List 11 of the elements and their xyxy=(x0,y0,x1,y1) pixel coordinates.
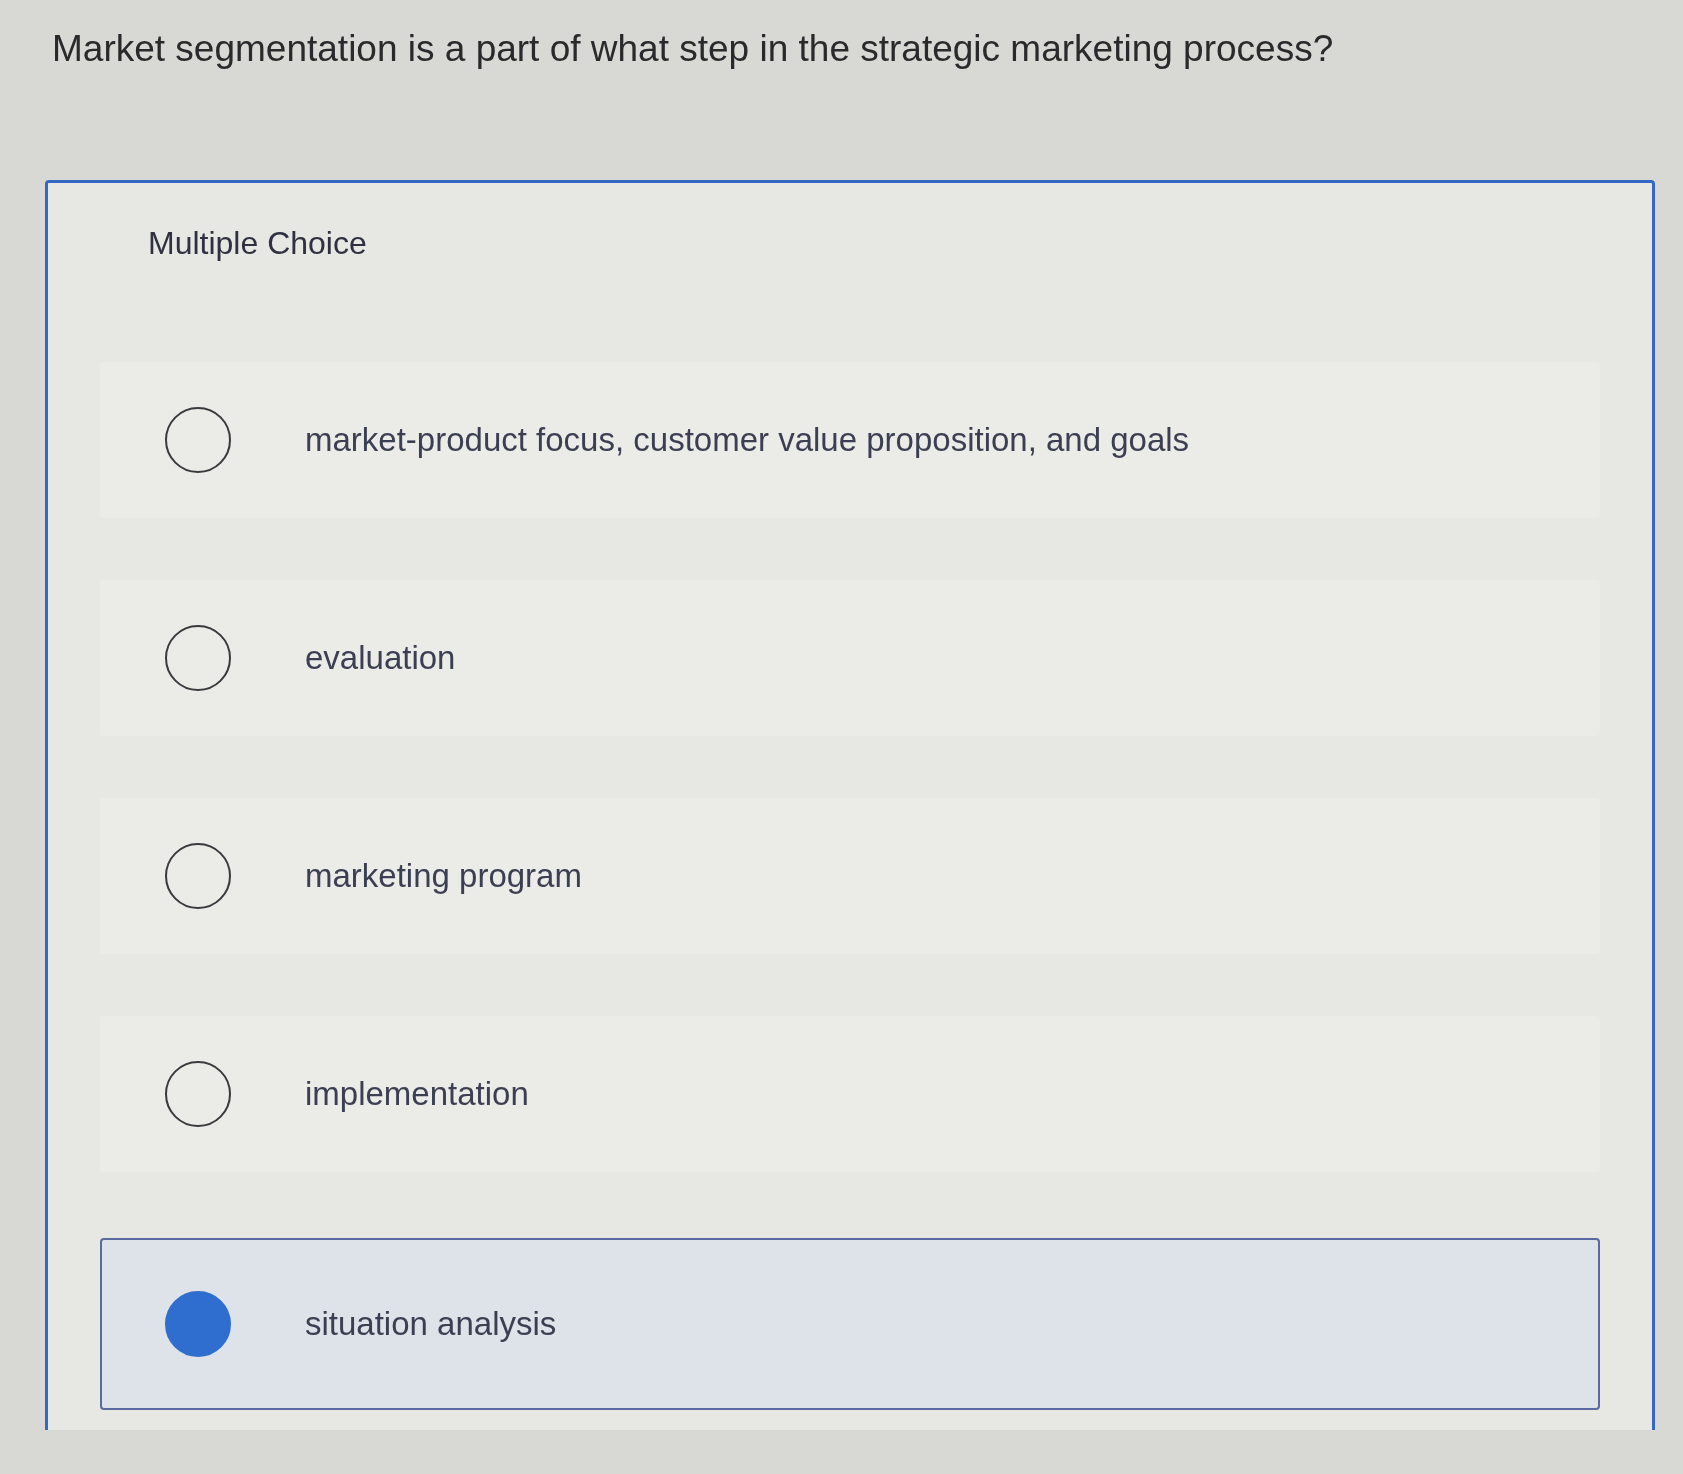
answer-option[interactable]: situation analysis xyxy=(100,1238,1600,1410)
answer-option[interactable]: marketing program xyxy=(100,798,1600,954)
radio-button[interactable] xyxy=(165,407,231,473)
radio-button[interactable] xyxy=(165,1061,231,1127)
radio-button[interactable] xyxy=(165,843,231,909)
radio-button[interactable] xyxy=(165,625,231,691)
answer-option[interactable]: evaluation xyxy=(100,580,1600,736)
question-type-label: Multiple Choice xyxy=(148,224,367,263)
answer-option[interactable]: market-product focus, customer value proposition, and goals xyxy=(100,362,1600,518)
answer-option[interactable]: implementation xyxy=(100,1016,1600,1172)
question-text: Market segmentation is a part of what step in the strategic marketing process? xyxy=(52,27,1334,71)
